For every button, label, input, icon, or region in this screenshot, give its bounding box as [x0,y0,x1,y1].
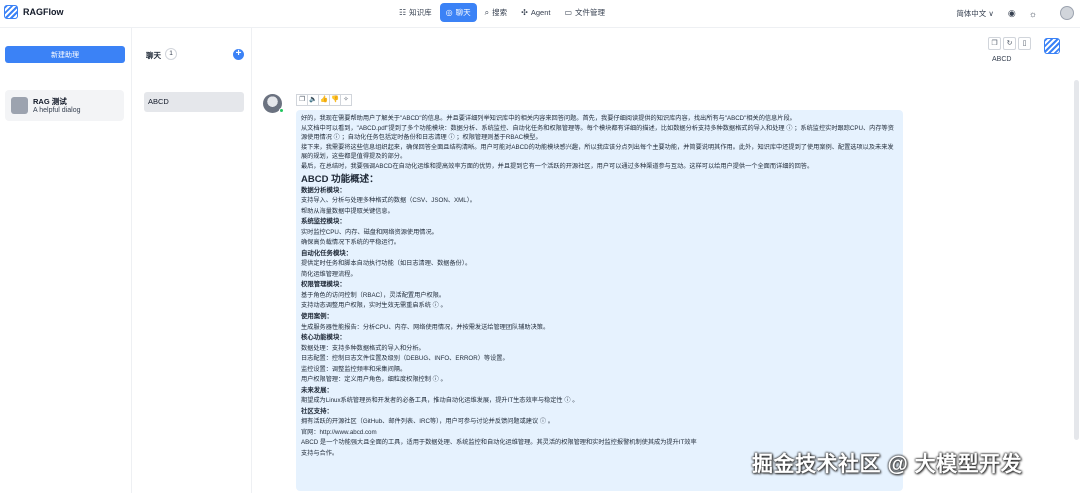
agent-icon: ✣ [521,8,528,17]
conversation-title: ABCD [992,56,1012,63]
theme-toggle-icon[interactable]: ☼ [1029,9,1037,19]
ragflow-logo-icon [1044,38,1060,54]
nav-label: 聊天 [455,8,471,17]
section-line: 期望成为Linux系统管理员和开发者的必备工具，推动自动化运维发展，提升IT生态… [301,397,579,405]
nav-agent[interactable]: ✣ Agent [515,3,556,22]
knowledge-base-icon: ☷ [399,8,407,17]
section-title: 核心功能模块： [301,334,346,342]
language-select[interactable]: 简体中文 ∨ [956,8,994,19]
assistant-avatar [11,97,28,114]
nav-label: 搜索 [492,8,508,17]
section-title: 数据分析模块： [301,186,346,194]
assistant-sidebar: 新建助理 RAG 测试 A helpful dialog [0,28,132,493]
conversation-panel: ❐ ↻ ▯ ABCD ❐ 🔈 👍 👎 ✧ 好的，我现在需要帮助用户了解关于"AB… [252,28,1080,493]
nav-label: 知识库 [409,8,432,17]
section-line: 基于角色的访问控制（RBAC），灵活配置用户权限。 [301,291,446,299]
nav-knowledge-base[interactable]: ☷ 知识库 [393,3,438,22]
new-assistant-button[interactable]: 新建助理 [5,46,125,63]
section-line: 拥有活跃的开源社区（GitHub、邮件列表、IRC等），用户可参与讨论并反馈问题… [301,418,554,426]
refresh-icon[interactable]: ↻ [1003,37,1016,50]
chat-list-panel: 聊天 1 + ABCD [132,28,252,493]
scrollbar[interactable] [1074,80,1079,440]
folder-icon: ▭ [564,8,573,17]
assistant-name: RAG 测试 [33,97,67,106]
answer-heading: ABCD 功能概述： [301,173,379,185]
add-chat-icon[interactable]: + [233,49,244,60]
section-line: 确保高负载情况下系统的平稳运行。 [301,239,400,247]
section-line[interactable]: 官网：http://www.abcd.com [301,428,898,439]
message-toolbar: ❐ 🔈 👍 👎 ✧ [296,94,352,106]
ragflow-logo-icon [4,5,18,19]
watermark: 掘金技术社区 @ 大模型开发 [752,453,1023,476]
nav-chat[interactable]: ◎ 聊天 [439,3,477,22]
thinking-paragraph: 接下来，我需要将这些信息组织起来，确保回答全面且结构清晰。用户可能对ABCD的功… [301,143,894,161]
thinking-paragraph: 最后，在总结时，我要强调ABCD在自动化运维和提高效率方面的优势，并且提到它有一… [301,162,814,170]
search-icon: ⌕ [484,7,490,17]
chat-item[interactable]: ABCD [144,92,244,112]
section-line: 生成服务器性能报告：分析CPU、内存、网络使用情况，并按需发送给管理团队辅助决策… [301,323,550,331]
assistant-message: 好的，我现在需要帮助用户了解关于"ABCD"的信息。并且要详细列举知识库中的相关… [296,110,903,491]
chat-list-title: 聊天 [146,51,161,60]
section-line: 监控设置：调整监控频率和采集间隔。 [301,365,407,373]
section-line: 数据处理：支持多种数据格式的导入和分析。 [301,344,425,352]
section-title: 自动化任务模块： [301,249,353,257]
user-avatar[interactable] [1060,6,1074,20]
section-line: 实时监控CPU、内存、磁盘和网络资源使用情况。 [301,228,438,236]
section-title: 使用案例： [301,312,333,320]
section-title: 社区支持： [301,407,333,415]
nav-search[interactable]: ⌕ 搜索 [479,3,513,22]
thinking-paragraph: 从文档中可以看到，"ABCD.pdf"提到了多个功能模块：数据分析、系统监控、自… [301,124,894,142]
section-line: 简化运维管理流程。 [301,270,357,278]
app-logo[interactable]: RAGFlow [4,5,64,19]
main-nav: ☷ 知识库 ◎ 聊天 ⌕ 搜索 ✣ Agent ▭ 文件管理 [393,3,613,22]
section-line: 支持导入、分析与处理多种格式的数据（CSV、JSON、XML）。 [301,197,476,205]
chat-count-badge: 1 [165,48,177,60]
github-icon[interactable]: ◉ [1008,8,1016,19]
conversation-actions: ❐ ↻ ▯ [988,37,1033,50]
chat-icon: ◎ [445,8,453,17]
section-line: 帮助从海量数据中提取关键信息。 [301,207,394,215]
header-right: 简体中文 ∨ ◉ ☼ [956,8,1050,19]
assistant-description: A helpful dialog [33,107,81,114]
assistant-card[interactable]: RAG 测试 A helpful dialog [5,90,124,121]
sparkle-icon[interactable]: ✧ [340,94,352,106]
section-line: 日志配置：控制日志文件位置及级别（DEBUG、INFO、ERROR）等设置。 [301,355,509,363]
top-header: RAGFlow ☷ 知识库 ◎ 聊天 ⌕ 搜索 ✣ Agent ▭ 文件管理 简… [0,0,1080,28]
section-line: 提供定时任务和脚本自动执行功能（如日志清理、数据备份）。 [301,260,472,268]
section-title: 未来发展： [301,386,333,394]
section-title: 系统监控模块： [301,218,346,226]
nav-label: 文件管理 [575,8,606,17]
app-name: RAGFlow [23,7,64,17]
nav-file-management[interactable]: ▭ 文件管理 [558,3,611,22]
thinking-paragraph: 好的，我现在需要帮助用户了解关于"ABCD"的信息。并且要详细列举知识库中的相关… [301,115,796,122]
nav-label: Agent [530,8,551,17]
online-status-icon [279,108,284,113]
section-line: 用户权限管理：定义用户角色，细粒度权限控制 ⓘ 。 [301,376,447,384]
panel-icon[interactable]: ▯ [1018,37,1031,50]
section-title: 权限管理模块： [301,281,346,289]
copy-icon[interactable]: ❐ [988,37,1001,50]
section-line: 支持动态调整用户权限，实时生效无需重启系统 ⓘ 。 [301,302,447,310]
